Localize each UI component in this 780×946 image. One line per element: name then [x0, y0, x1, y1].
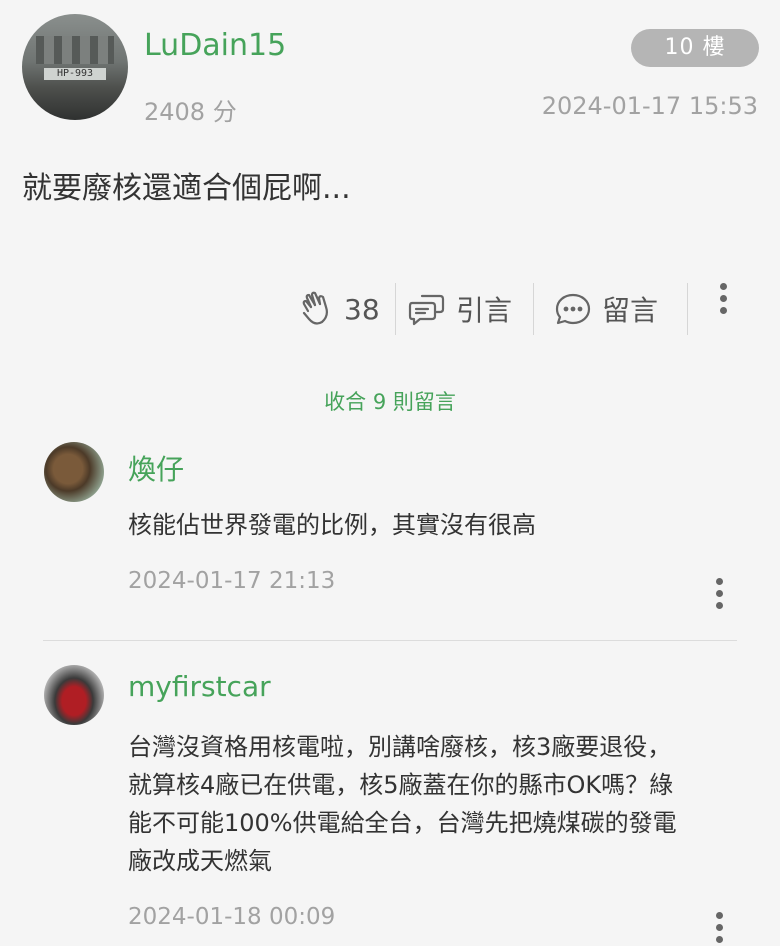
- collapse-comments-link[interactable]: 收合 9 則留言: [0, 386, 780, 416]
- comment-text-line: 廠改成天燃氣: [128, 847, 272, 875]
- action-divider: [395, 283, 396, 335]
- post-more-options-icon[interactable]: [719, 283, 727, 335]
- author-score: 2408 分: [144, 98, 237, 126]
- action-divider: [687, 283, 688, 335]
- clap-icon: [302, 291, 328, 325]
- post-timestamp: 2024-01-17 15:53: [541, 92, 758, 120]
- comment-text-line: 台灣沒資格用核電啦，別講啥廢核，核3廠要退役，: [128, 733, 672, 761]
- post-content: 就要廢核還適合個屁啊...: [22, 171, 351, 206]
- quote-button[interactable]: 引言: [408, 283, 512, 335]
- comment-avatar[interactable]: [44, 665, 104, 725]
- floor-badge: 10 樓: [631, 29, 759, 67]
- comment-more-options-icon[interactable]: [715, 912, 723, 943]
- comment-text-line: 能不可能100%供電給全台，台灣先把燒煤碳的發電: [128, 809, 677, 837]
- comment-more-options-icon[interactable]: [715, 578, 723, 609]
- comment-username[interactable]: 煥仔: [128, 448, 184, 488]
- avatar-plate: HP-993: [44, 68, 106, 80]
- comment-text: 核能佔世界發電的比例，其實沒有很高: [128, 511, 536, 539]
- avatar-truck-grille: [36, 36, 114, 64]
- quote-bubble-icon: [408, 294, 445, 326]
- author-avatar[interactable]: HP-993: [22, 14, 128, 120]
- action-divider: [533, 283, 534, 335]
- comment-divider: [43, 640, 737, 641]
- like-count: 38: [344, 292, 380, 326]
- comment-username[interactable]: myfirstcar: [128, 670, 271, 703]
- comment-bubble-icon: [555, 293, 591, 325]
- quote-label: 引言: [456, 294, 513, 327]
- comment-timestamp: 2024-01-17 21:13: [128, 568, 336, 594]
- comment-text-line: 就算核4廠已在供電，核5廠蓋在你的縣市OK嗎？綠: [128, 771, 674, 799]
- comment-text: 台灣沒資格用核電啦，別講啥廢核，核3廠要退役， 就算核4廠已在供電，核5廠蓋在你…: [128, 728, 677, 880]
- comment-button[interactable]: 留言: [554, 283, 658, 335]
- comment-timestamp: 2024-01-18 00:09: [128, 904, 336, 930]
- comment-avatar[interactable]: [44, 442, 104, 502]
- author-username[interactable]: LuDain15: [144, 28, 286, 63]
- like-button[interactable]: 38: [300, 283, 380, 335]
- comment-label: 留言: [602, 294, 659, 327]
